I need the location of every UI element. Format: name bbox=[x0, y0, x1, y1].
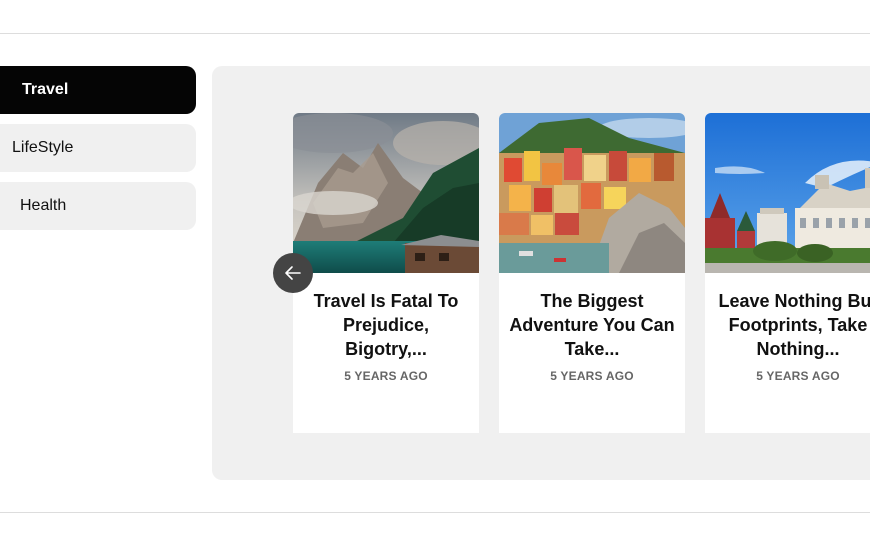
post-title[interactable]: The Biggest Adventure You Can Take... bbox=[509, 289, 675, 361]
post-date: 5 YEARS AGO bbox=[344, 369, 428, 383]
post-thumbnail[interactable] bbox=[705, 113, 870, 273]
bottom-divider bbox=[0, 512, 870, 513]
post-card[interactable]: Travel Is Fatal To Prejudice, Bigotry,..… bbox=[293, 113, 479, 433]
category-health[interactable]: Health bbox=[0, 182, 196, 230]
mountain-lake-photo bbox=[293, 113, 479, 273]
post-card[interactable]: The Biggest Adventure You Can Take... 5 … bbox=[499, 113, 685, 433]
coastal-village-photo bbox=[499, 113, 685, 273]
post-date: 5 YEARS AGO bbox=[550, 369, 634, 383]
arrow-left-icon bbox=[285, 266, 301, 280]
category-label: LifeStyle bbox=[12, 139, 74, 156]
category-label: Health bbox=[20, 197, 67, 214]
post-date: 5 YEARS AGO bbox=[756, 369, 840, 383]
category-lifestyle[interactable]: LifeStyle bbox=[0, 124, 196, 172]
category-label: Travel bbox=[22, 81, 69, 98]
city-square-photo bbox=[705, 113, 870, 273]
post-thumbnail[interactable] bbox=[293, 113, 479, 273]
post-title[interactable]: Leave Nothing But Footprints, Take Nothi… bbox=[715, 289, 870, 361]
post-card[interactable]: Leave Nothing But Footprints, Take Nothi… bbox=[705, 113, 870, 433]
post-thumbnail[interactable] bbox=[499, 113, 685, 273]
category-travel[interactable]: Travel bbox=[0, 66, 196, 114]
category-sidebar: Travel LifeStyle Health bbox=[0, 66, 196, 240]
top-divider bbox=[0, 33, 870, 34]
post-title[interactable]: Travel Is Fatal To Prejudice, Bigotry,..… bbox=[303, 289, 469, 361]
carousel-prev-button[interactable] bbox=[273, 253, 313, 293]
